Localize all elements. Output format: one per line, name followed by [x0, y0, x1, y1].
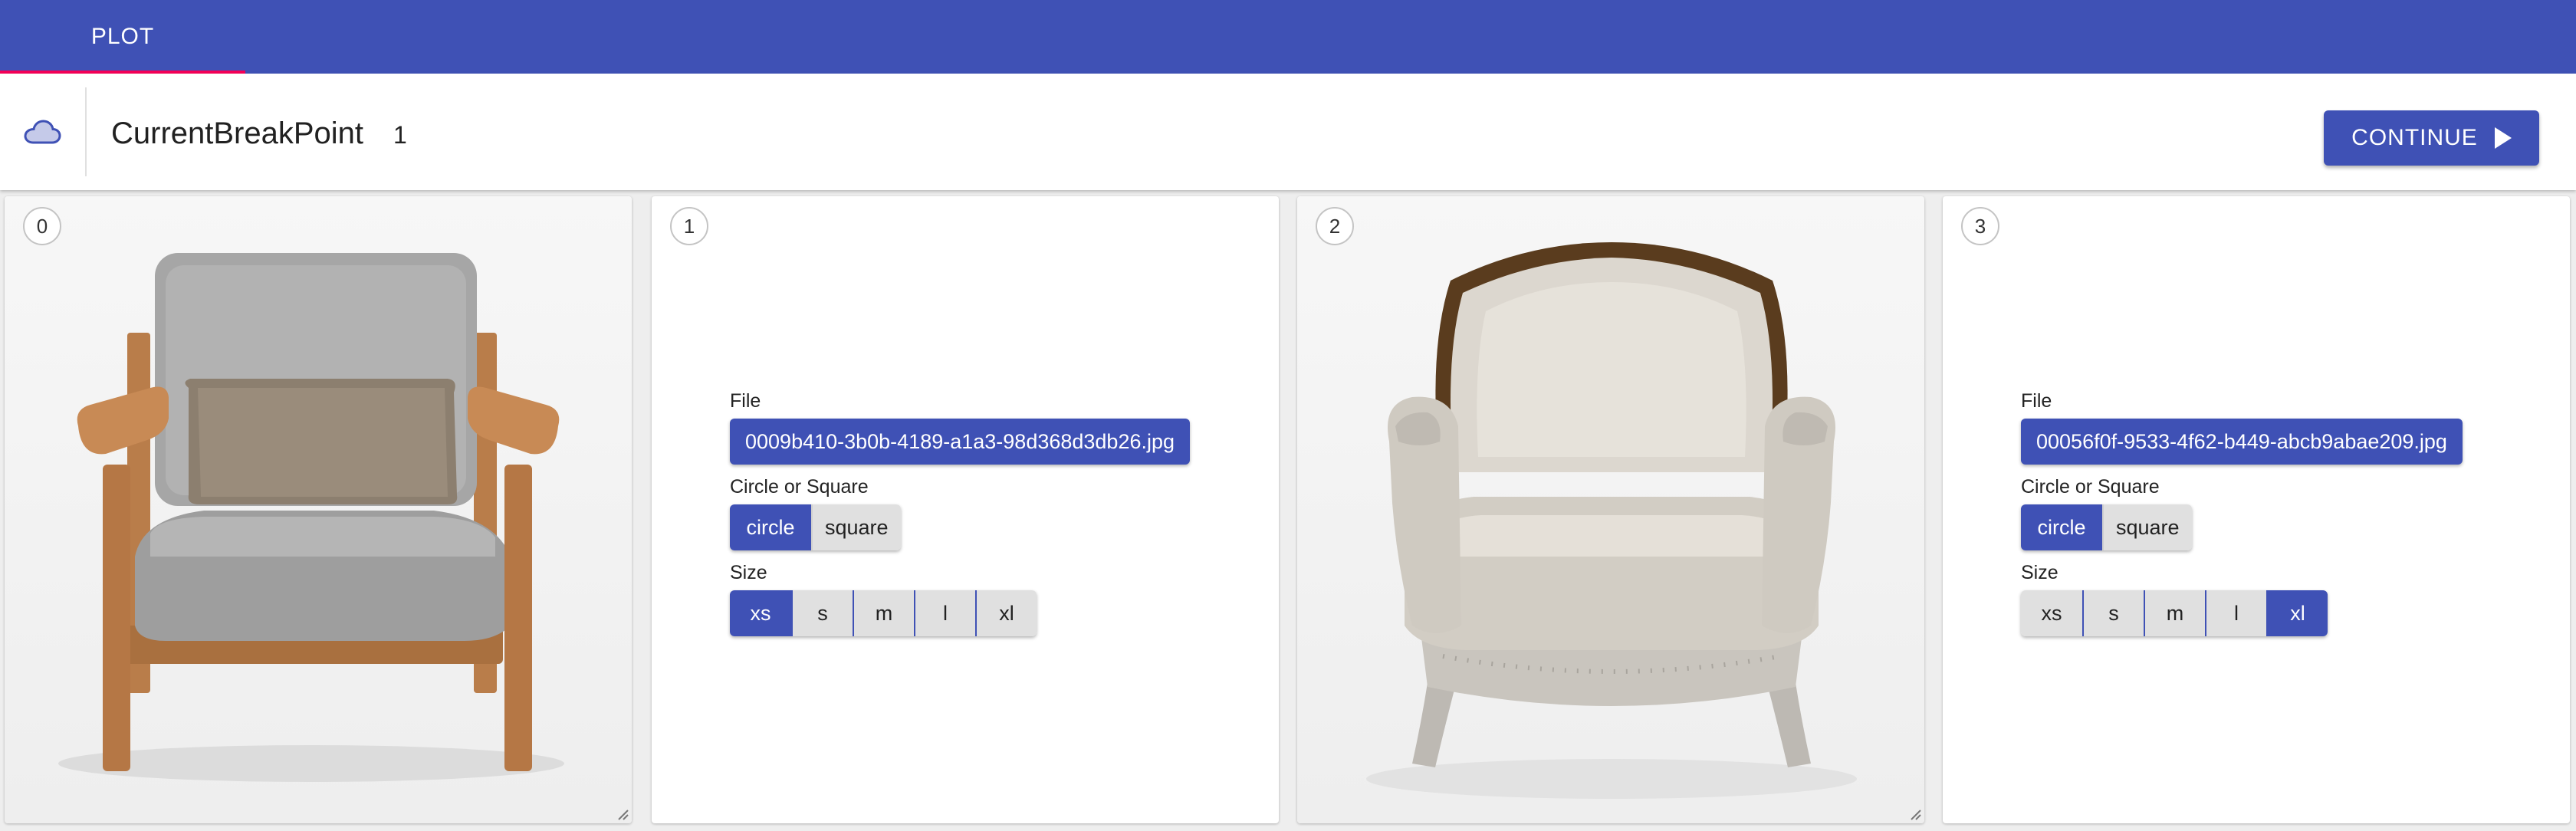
size-option-xs[interactable]: xs — [2021, 590, 2082, 636]
cloud-icon — [24, 120, 61, 144]
resize-grip-icon[interactable] — [615, 806, 629, 820]
size-label: Size — [730, 562, 767, 583]
shape-option-square[interactable]: square — [811, 504, 901, 550]
size-label: Size — [2021, 562, 2058, 583]
size-toggle-group: xs s m l xl — [730, 590, 1037, 636]
file-button[interactable]: 00056f0f-9533-4f62-b449-abcb9abae209.jpg — [2021, 419, 2463, 465]
tab-plot-label: PLOT — [90, 24, 155, 49]
index-badge: 3 — [1961, 207, 1999, 245]
continue-label: CONTINUE — [2351, 125, 2478, 150]
shape-label: Circle or Square — [730, 476, 869, 498]
armchair-image — [1366, 242, 1857, 799]
shape-option-circle[interactable]: circle — [2021, 504, 2102, 550]
size-toggle-group: xs s m l xl — [2021, 590, 2328, 636]
panel-0: 0 — [5, 196, 632, 823]
app-bar: PLOT — [0, 0, 2576, 74]
shape-option-square[interactable]: square — [2102, 504, 2192, 550]
continue-button[interactable]: CONTINUE — [2324, 110, 2539, 166]
panel-3: 3 File 00056f0f-9533-4f62-b449-abcb9abae… — [1943, 196, 2570, 823]
debug-toolbar: CurrentBreakPoint 1 CONTINUE — [0, 74, 2576, 190]
file-label: File — [2021, 390, 2052, 412]
shape-toggle-group: circle square — [2021, 504, 2192, 550]
size-option-m[interactable]: m — [853, 590, 914, 636]
size-option-xs[interactable]: xs — [730, 590, 791, 636]
plot-options-form: File 0009b410-3b0b-4189-a1a3-98d368d3db2… — [730, 389, 1191, 647]
armchair-image — [58, 253, 564, 782]
file-label: File — [730, 390, 761, 412]
size-option-l[interactable]: l — [914, 590, 975, 636]
index-badge: 0 — [23, 207, 61, 245]
cloud-button[interactable] — [18, 109, 66, 155]
tab-plot[interactable]: PLOT — [0, 0, 245, 74]
size-option-xl[interactable]: xl — [2266, 590, 2328, 636]
index-badge: 1 — [670, 207, 708, 245]
size-option-xl[interactable]: xl — [975, 590, 1037, 636]
toolbar-divider — [85, 87, 87, 176]
breakpoint-label: CurrentBreakPoint — [111, 117, 364, 150]
panel-2: 2 — [1297, 196, 1924, 823]
size-option-m[interactable]: m — [2144, 590, 2205, 636]
size-option-s[interactable]: s — [2082, 590, 2144, 636]
index-badge: 2 — [1316, 207, 1354, 245]
breakpoint-value: 1 — [393, 121, 407, 149]
shape-label: Circle or Square — [2021, 476, 2160, 498]
shape-option-circle[interactable]: circle — [730, 504, 811, 550]
size-option-s[interactable]: s — [791, 590, 853, 636]
panel-1: 1 File 0009b410-3b0b-4189-a1a3-98d368d3d… — [652, 196, 1279, 823]
shape-toggle-group: circle square — [730, 504, 901, 550]
plot-options-form: File 00056f0f-9533-4f62-b449-abcb9abae20… — [2021, 389, 2463, 647]
play-arrow-icon — [2494, 127, 2512, 149]
file-button[interactable]: 0009b410-3b0b-4189-a1a3-98d368d3db26.jpg — [730, 419, 1191, 465]
resize-grip-icon[interactable] — [1907, 806, 1921, 820]
size-option-l[interactable]: l — [2205, 590, 2266, 636]
